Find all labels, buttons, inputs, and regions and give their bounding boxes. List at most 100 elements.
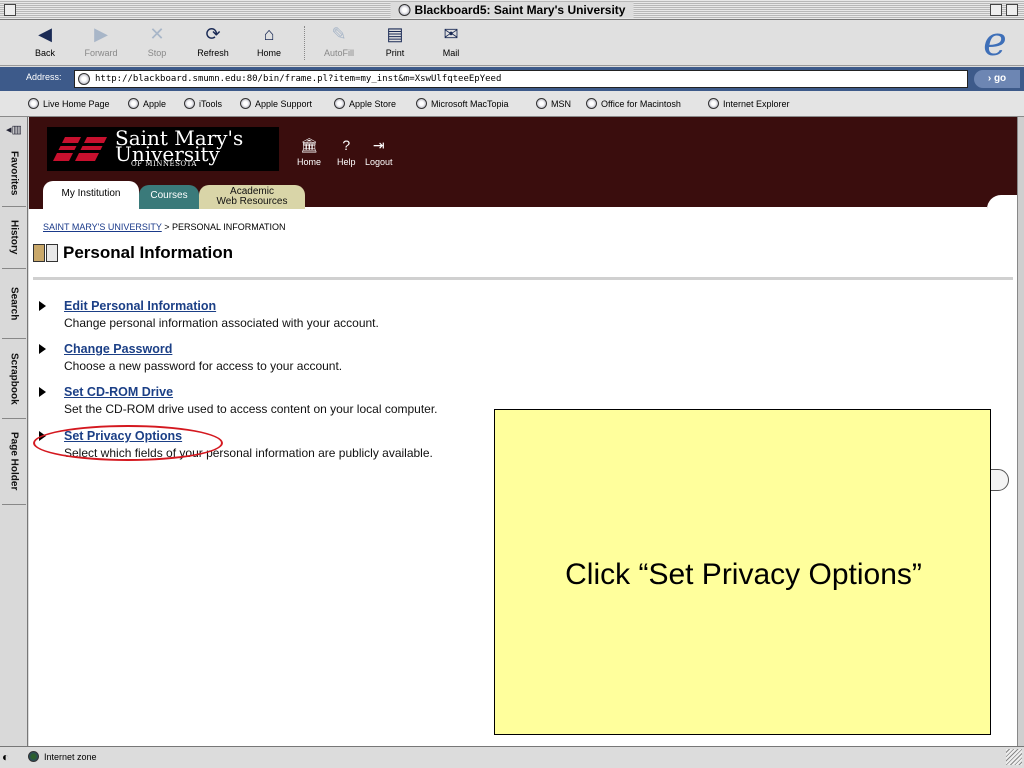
back-button[interactable]: ◀ Back [20, 24, 70, 58]
breadcrumb: SAINT MARY'S UNIVERSITY > PERSONAL INFOR… [43, 222, 286, 232]
callout-text: Click “Set Privacy Options” [565, 558, 922, 591]
favorite-link[interactable]: MSN [536, 98, 571, 109]
address-bar: Address: http://blackboard.smumn.edu:80/… [0, 67, 1024, 91]
window-title-text: Blackboard5: Saint Mary's University [414, 3, 626, 17]
home-icon: ⌂ [263, 24, 275, 44]
tab-label: My Institution [61, 188, 121, 199]
go-button[interactable]: › go [974, 70, 1020, 88]
stop-button[interactable]: ✕ Stop [132, 24, 182, 58]
edit-personal-info-link[interactable]: Edit Personal Information [64, 299, 216, 313]
sidebar-tab-favorites[interactable]: Favorites [2, 141, 26, 207]
favorite-link[interactable]: Apple Store [334, 98, 396, 109]
toolbar-separator [304, 26, 305, 60]
university-logo[interactable]: Saint Mary's University OF MINNESOTA [47, 127, 279, 171]
set-cdrom-drive-link[interactable]: Set CD-ROM Drive [64, 385, 173, 399]
globe-icon [586, 98, 597, 109]
site-logout-label: Logout [365, 157, 393, 167]
favorite-link[interactable]: Apple [128, 98, 166, 109]
sidebar-tab-label: Search [8, 286, 20, 321]
page-title-row: Personal Information [33, 243, 233, 263]
forward-label: Forward [84, 48, 118, 58]
url-field[interactable]: http://blackboard.smumn.edu:80/bin/frame… [74, 70, 968, 88]
option-description: Choose a new password for access to your… [64, 359, 343, 373]
print-label: Print [385, 48, 405, 58]
printer-icon: ▤ [386, 24, 404, 44]
security-zone: Internet zone [28, 751, 97, 762]
favorite-link[interactable]: Internet Explorer [708, 98, 790, 109]
title-bar[interactable]: Blackboard5: Saint Mary's University [0, 0, 1024, 20]
sidebar-toggle-icon[interactable]: ◂▥ [6, 123, 22, 136]
favorite-label: iTools [199, 98, 223, 109]
refresh-button[interactable]: ⟳ Refresh [188, 24, 238, 58]
tab-academic-web-resources[interactable]: Academic Web Resources [199, 185, 305, 209]
browser-window: Blackboard5: Saint Mary's University ◀ B… [0, 0, 1024, 768]
breadcrumb-current: PERSONAL INFORMATION [172, 222, 286, 232]
sidebar-tab-page-holder[interactable]: Page Holder [2, 419, 26, 505]
globe-icon [334, 98, 345, 109]
zoom-box[interactable] [990, 4, 1002, 16]
address-label: Address: [26, 72, 62, 82]
stop-x-icon: ✕ [149, 24, 165, 44]
collapse-box[interactable] [1006, 4, 1018, 16]
mail-envelope-icon: ✉ [443, 24, 459, 44]
logout-door-icon: ⇥ [372, 137, 385, 153]
option-description: Change personal information associated w… [64, 316, 379, 330]
site-help-button[interactable]: ? Help [337, 137, 356, 167]
favorite-link[interactable]: Live Home Page [28, 98, 110, 109]
sidebar-tab-search[interactable]: Search [2, 269, 26, 339]
favorite-link[interactable]: Office for Macintosh [586, 98, 681, 109]
resize-handle[interactable] [1006, 749, 1022, 765]
question-icon: ? [342, 137, 351, 153]
globe-icon [416, 98, 427, 109]
window-scroll-edge[interactable] [1017, 117, 1024, 746]
url-text: http://blackboard.smumn.edu:80/bin/frame… [95, 74, 502, 84]
tab-label: Courses [150, 190, 188, 201]
autofill-pen-icon: ✎ [331, 24, 347, 44]
triangle-bullet-icon [39, 344, 46, 354]
breadcrumb-root-link[interactable]: SAINT MARY'S UNIVERSITY [43, 222, 162, 232]
mail-label: Mail [442, 48, 460, 58]
banner-curve [987, 195, 1017, 209]
explorer-sidebar: ◂▥ Favorites History Search Scrapbook Pa… [0, 117, 28, 746]
home-button[interactable]: ⌂ Home [244, 24, 294, 58]
tab-my-institution[interactable]: My Institution [43, 181, 139, 209]
autofill-label: AutoFill [323, 48, 354, 58]
site-home-button[interactable]: 🏛 Home [297, 137, 321, 167]
autofill-button[interactable]: ✎ AutoFill [314, 24, 364, 58]
logo-line-3: OF MINNESOTA [131, 160, 197, 168]
site-logout-button[interactable]: ⇥ Logout [365, 137, 393, 167]
tab-label-line-2: Web Resources [216, 196, 288, 207]
refresh-label: Refresh [197, 48, 229, 58]
favorite-link[interactable]: iTools [184, 98, 222, 109]
globe-icon [240, 98, 251, 109]
site-help-label: Help [337, 157, 356, 167]
page-globe-icon [78, 73, 90, 85]
print-button[interactable]: ▤ Print [370, 24, 420, 58]
back-arrow-icon: ◀ [38, 24, 52, 44]
favorite-label: Apple Store [349, 98, 397, 109]
home-label: Home [256, 48, 281, 58]
favorite-link[interactable]: Microsoft MacTopia [416, 98, 509, 109]
favorite-link[interactable]: Apple Support [240, 98, 312, 109]
internet-zone-globe-icon [28, 751, 39, 762]
forward-arrow-icon: ▶ [94, 24, 108, 44]
toolbar: ◀ Back ▶ Forward ✕ Stop ⟳ Refresh ⌂ Home… [0, 20, 1024, 66]
sidebar-tab-history[interactable]: History [2, 207, 26, 269]
page-status-icon: ◐ [2, 750, 10, 764]
globe-icon [708, 98, 719, 109]
site-banner: Saint Mary's University OF MINNESOTA 🏛 H… [29, 117, 1017, 209]
favorite-label: Internet Explorer [723, 98, 790, 109]
sidebar-tab-scrapbook[interactable]: Scrapbook [2, 339, 26, 419]
mail-button[interactable]: ✉ Mail [426, 24, 476, 58]
instruction-callout: Click “Set Privacy Options” [494, 409, 991, 735]
internet-explorer-logo-icon: e [983, 19, 1007, 65]
building-icon: 🏛 [300, 137, 318, 153]
globe-icon [398, 4, 411, 16]
close-box[interactable] [4, 4, 16, 16]
tab-courses[interactable]: Courses [139, 185, 199, 209]
favorite-label: Apple [143, 98, 167, 109]
option-description: Set the CD-ROM drive used to access cont… [64, 402, 438, 416]
forward-button[interactable]: ▶ Forward [76, 24, 126, 58]
favorite-label: Live Home Page [43, 98, 110, 109]
change-password-link[interactable]: Change Password [64, 342, 172, 356]
